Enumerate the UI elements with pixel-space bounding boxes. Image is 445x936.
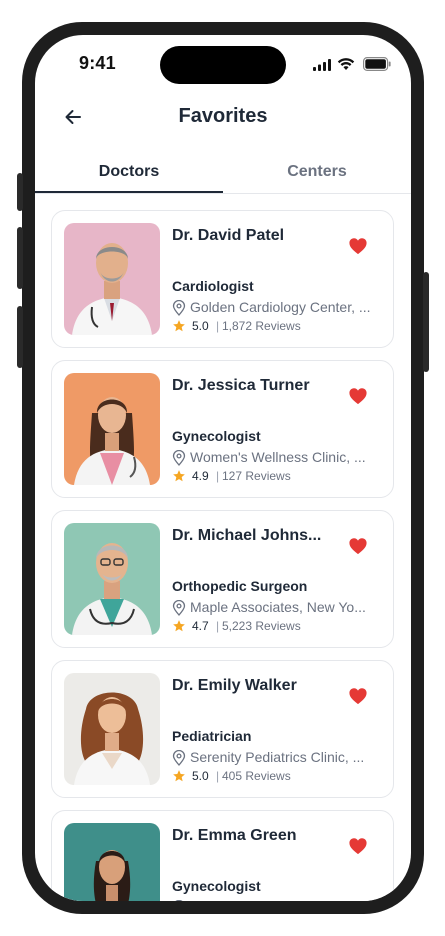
battery-icon [363,57,391,71]
doctor-photo [64,823,160,901]
volume-up-button [17,227,23,289]
doctor-reviews: 5,223 Reviews [222,619,301,633]
rating-separator: | [216,469,220,483]
doctor-specialty: Gynecologist [172,878,261,894]
doctor-card[interactable]: Dr. Emily Walker Pediatrician Serenity P… [51,660,394,798]
doctor-reviews: 1,872 Reviews [222,319,301,333]
doctor-photo [64,673,160,785]
rating-separator: | [216,769,220,783]
heart-icon[interactable] [348,387,368,405]
doctor-rating: 5.0 [192,319,209,333]
power-button [423,272,429,372]
doctor-specialty: Gynecologist [172,428,261,444]
heart-icon[interactable] [348,237,368,255]
doctor-location-text: Golden Cardiology Center, ... [190,299,371,315]
doctor-rating: 4.7 [192,619,209,633]
page-title: Favorites [178,105,268,127]
active-tab-indicator [35,191,223,193]
rating-separator: | [216,619,220,633]
star-icon [173,320,185,332]
doctor-photo [64,223,160,335]
heart-icon[interactable] [348,837,368,855]
mute-switch [17,173,23,211]
status-time: 9:41 [79,53,116,73]
tab-doctors[interactable]: Doctors [35,163,223,181]
doctor-card[interactable]: Dr. David Patel Cardiologist Golden Card… [51,210,394,348]
doctor-reviews: 127 Reviews [222,469,291,483]
tab-centers[interactable]: Centers [223,163,411,181]
doctor-card[interactable]: Dr. Emma Green Gynecologist [51,810,394,901]
doctor-card[interactable]: Dr. Michael Johns... Orthopedic Surgeon … [51,510,394,648]
doctor-name: Dr. Jessica Turner [172,377,310,394]
doctor-location [172,899,382,901]
star-icon [173,470,185,482]
doctor-location-text: Serenity Pediatrics Clinic, ... [190,749,365,765]
doctor-specialty: Cardiologist [172,278,254,294]
doctor-photo [64,523,160,635]
doctor-name: Dr. Emily Walker [172,677,297,694]
wifi-icon [337,58,355,70]
volume-down-button [17,306,23,368]
doctor-photo [64,373,160,485]
tab-bar: Doctors Centers [35,155,411,194]
location-pin-icon [172,300,186,316]
rating-separator: | [216,319,220,333]
doctor-specialty: Orthopedic Surgeon [172,578,308,594]
doctor-location: Serenity Pediatrics Clinic, ... [172,749,382,767]
doctor-specialty: Pediatrician [172,728,252,744]
location-pin-icon [172,450,186,466]
doctor-rating: 4.9 [192,469,209,483]
heart-icon[interactable] [348,687,368,705]
doctor-location-text: Women's Wellness Clinic, ... [190,449,366,465]
status-bar: 9:41 [35,35,411,95]
doctor-name: Dr. David Patel [172,227,285,244]
doctor-location: Women's Wellness Clinic, ... [172,449,382,467]
doctor-reviews: 405 Reviews [222,769,291,783]
heart-icon[interactable] [348,537,368,555]
star-icon [173,770,185,782]
doctor-location: Golden Cardiology Center, ... [172,299,382,317]
dynamic-island [160,46,286,84]
location-pin-icon [175,900,183,901]
location-pin-icon [172,750,186,766]
doctor-name: Dr. Emma Green [172,827,297,844]
star-icon [173,620,185,632]
doctor-location: Maple Associates, New Yo... [172,599,382,617]
app-screen: 9:41 Favorites Doctors Centers Dr. David… [35,35,411,901]
cellular-signal-icon [313,59,331,71]
doctor-rating: 5.0 [192,769,209,783]
doctor-name: Dr. Michael Johns... [172,527,322,544]
location-pin-icon [172,600,186,616]
doctor-card[interactable]: Dr. Jessica Turner Gynecologist Women's … [51,360,394,498]
doctor-location-text: Maple Associates, New Yo... [190,599,366,615]
